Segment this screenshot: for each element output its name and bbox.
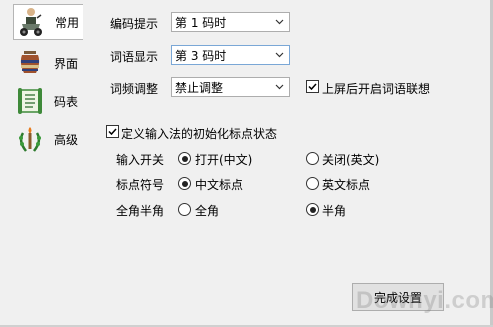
encoding-hint-label: 编码提示 bbox=[110, 17, 159, 31]
punctuation-english-label: 英文标点 bbox=[322, 178, 371, 192]
sidebar-item-label: 码表 bbox=[54, 94, 79, 109]
sidebar-item-label: 界面 bbox=[54, 56, 79, 71]
scroll-icon bbox=[13, 85, 47, 117]
laurel-torch-icon bbox=[13, 123, 47, 155]
sidebar-item-label: 常用 bbox=[55, 15, 80, 30]
punctuation-chinese-radio[interactable] bbox=[178, 177, 191, 190]
freq-adjust-select[interactable]: 禁止调整 bbox=[171, 77, 290, 97]
punctuation-english-radio[interactable] bbox=[306, 177, 319, 190]
width-full-label: 全角 bbox=[195, 204, 220, 218]
width-half-label: 半角 bbox=[322, 204, 347, 218]
punctuation-label: 标点符号 bbox=[116, 178, 165, 192]
checkmark-icon bbox=[108, 128, 117, 136]
scooter-icon bbox=[14, 6, 48, 38]
select-value: 第 1 码时 bbox=[175, 15, 227, 30]
chevron-down-icon bbox=[275, 52, 284, 58]
pottery-icon bbox=[13, 47, 47, 79]
phrase-display-select[interactable]: 第 3 码时 bbox=[171, 45, 290, 65]
freq-adjust-label: 词频调整 bbox=[110, 82, 159, 96]
phrase-display-label: 词语显示 bbox=[110, 50, 159, 64]
punct-init-checkbox[interactable] bbox=[106, 125, 119, 138]
chevron-down-icon bbox=[275, 84, 284, 90]
width-mode-label: 全角半角 bbox=[116, 204, 165, 218]
checkmark-icon bbox=[308, 83, 317, 91]
width-half-radio[interactable] bbox=[306, 203, 319, 216]
sidebar-item-advanced[interactable]: 高级 bbox=[13, 122, 83, 156]
select-value: 禁止调整 bbox=[175, 80, 224, 95]
input-switch-off-label: 关闭(英文) bbox=[322, 153, 380, 167]
punctuation-chinese-label: 中文标点 bbox=[195, 178, 244, 192]
sidebar-item-label: 高级 bbox=[54, 132, 79, 147]
input-switch-on-radio[interactable] bbox=[178, 152, 191, 165]
association-checkbox[interactable] bbox=[306, 80, 319, 93]
chevron-down-icon bbox=[275, 19, 284, 25]
input-switch-on-label: 打开(中文) bbox=[195, 153, 253, 167]
input-switch-off-radio[interactable] bbox=[306, 152, 319, 165]
width-full-radio[interactable] bbox=[178, 203, 191, 216]
sidebar-item-codetable[interactable]: 码表 bbox=[13, 84, 83, 118]
encoding-hint-select[interactable]: 第 1 码时 bbox=[171, 12, 290, 32]
select-value: 第 3 码时 bbox=[175, 48, 227, 63]
association-label: 上屏后开启词语联想 bbox=[322, 82, 431, 96]
sidebar-item-interface[interactable]: 界面 bbox=[13, 46, 83, 80]
punct-init-label: 定义输入法的初始化标点状态 bbox=[121, 127, 278, 141]
sidebar-item-general[interactable]: 常用 bbox=[13, 4, 83, 40]
input-switch-label: 输入开关 bbox=[116, 153, 165, 167]
finish-settings-button[interactable]: 完成设置 bbox=[352, 283, 444, 311]
sidebar-nav: 常用 界面 码表 高级 bbox=[0, 0, 84, 327]
finish-settings-label: 完成设置 bbox=[373, 290, 422, 305]
